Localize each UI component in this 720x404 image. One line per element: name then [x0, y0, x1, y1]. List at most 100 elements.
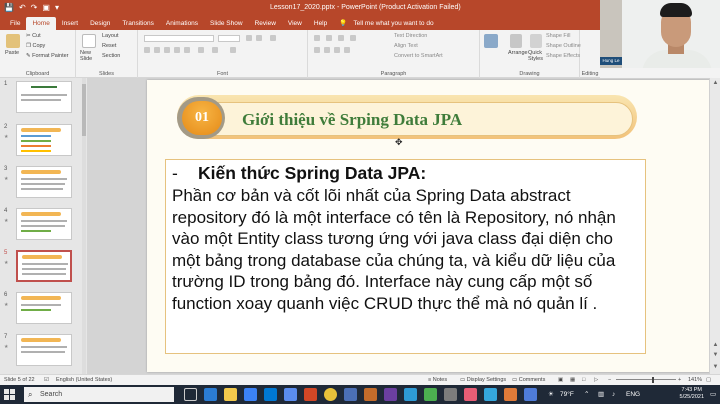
underline-icon[interactable] [164, 47, 170, 53]
scroll-down-icon[interactable]: ▼ [710, 364, 720, 370]
arrange-icon[interactable] [510, 34, 522, 48]
powerpoint-taskbar-icon[interactable] [304, 388, 317, 401]
tray-chevron-icon[interactable]: ⌃ [584, 385, 589, 404]
copy-button[interactable]: ❐ Copy [26, 43, 45, 49]
text-direction-button[interactable]: Text Direction [394, 33, 427, 39]
tab-transitions[interactable]: Transitions [116, 17, 160, 30]
network-icon[interactable]: ▥ [598, 385, 604, 404]
proofing-icon[interactable]: ☑ [44, 375, 49, 385]
tab-review[interactable]: Review [249, 17, 282, 30]
bold-icon[interactable] [144, 47, 150, 53]
clear-format-icon[interactable] [270, 35, 276, 41]
new-slide-button[interactable]: New Slide [80, 50, 100, 62]
font-name-dropdown[interactable] [144, 35, 214, 42]
align-text-button[interactable]: Align Text [394, 43, 418, 49]
thumbnail-scrollbar-thumb[interactable] [82, 84, 86, 136]
skype-icon[interactable] [404, 388, 417, 401]
notification-icon[interactable]: ▭ [710, 385, 716, 404]
mail-icon[interactable] [264, 388, 277, 401]
app-icon[interactable] [524, 388, 537, 401]
weather-temperature[interactable]: 79°F [560, 385, 574, 404]
slide-thumbnail-1[interactable] [16, 81, 72, 113]
section-button[interactable]: Section [102, 53, 120, 59]
tab-help[interactable]: Help [308, 17, 333, 30]
convert-smartart-button[interactable]: Convert to SmartArt [394, 53, 443, 59]
edge-icon[interactable] [204, 388, 217, 401]
tab-design[interactable]: Design [84, 17, 116, 30]
slide-thumbnail-6[interactable] [16, 292, 72, 324]
windows-start-icon[interactable] [4, 389, 15, 400]
eclipse-icon[interactable] [384, 388, 397, 401]
tab-animations[interactable]: Animations [160, 17, 204, 30]
vscode-icon[interactable] [344, 388, 357, 401]
slide-thumbnail-2[interactable] [16, 124, 72, 156]
numbering-icon[interactable] [326, 35, 332, 41]
tab-slide-show[interactable]: Slide Show [204, 17, 249, 30]
current-slide[interactable]: 01 Giới thiệu về Srping Data JPA ✥ - Kiến… [147, 80, 713, 372]
zoom-slider-thumb[interactable] [652, 377, 654, 383]
customize-qat-icon[interactable]: ▾ [55, 0, 59, 16]
app-icon[interactable] [484, 388, 497, 401]
app-icon[interactable] [464, 388, 477, 401]
tell-me-search[interactable]: Tell me what you want to do [347, 17, 433, 30]
tab-insert[interactable]: Insert [56, 17, 84, 30]
thumbnail-scrollbar[interactable] [82, 78, 86, 374]
intellij-icon[interactable] [364, 388, 377, 401]
taskbar-clock[interactable]: 7:43 PM 5/25/2021 [680, 387, 704, 401]
next-slide-icon[interactable]: ▼ [710, 352, 720, 358]
grow-font-icon[interactable] [246, 35, 252, 41]
tab-home[interactable]: Home [26, 17, 56, 30]
tab-view[interactable]: View [282, 17, 308, 30]
change-case-icon[interactable] [212, 47, 218, 53]
display-settings-button[interactable]: ▭ Display Settings [460, 375, 506, 385]
zoom-level[interactable]: 141% [688, 375, 702, 385]
cut-button[interactable]: ✂ Cut [26, 33, 41, 39]
input-language[interactable]: ENG [626, 385, 640, 404]
zoom-out-icon[interactable]: − [608, 375, 611, 385]
font-color-icon[interactable] [230, 47, 236, 53]
content-placeholder[interactable]: - Kiến thức Spring Data JPA: Phần cơ bản … [165, 159, 646, 354]
present-icon[interactable]: ▣ [42, 0, 50, 16]
font-size-dropdown[interactable] [218, 35, 240, 42]
bullets-icon[interactable] [314, 35, 320, 41]
reset-button[interactable]: Reset [102, 43, 116, 49]
increase-indent-icon[interactable] [350, 35, 356, 41]
paste-button[interactable]: Paste [5, 50, 19, 56]
align-right-icon[interactable] [334, 47, 340, 53]
zoom-slider[interactable] [616, 379, 676, 380]
align-left-icon[interactable] [314, 47, 320, 53]
char-spacing-icon[interactable] [198, 47, 204, 53]
quick-styles-icon[interactable] [530, 34, 542, 48]
slide-vertical-scrollbar[interactable]: ▲ ▲ ▼ ▼ [709, 78, 720, 374]
file-explorer-icon[interactable] [224, 388, 237, 401]
format-painter-button[interactable]: ✎ Format Painter [26, 53, 69, 59]
normal-view-icon[interactable]: ▣ [558, 375, 563, 385]
italic-icon[interactable] [154, 47, 160, 53]
taskbar-search[interactable]: ⌕ Search [24, 387, 174, 402]
arrange-button[interactable]: Arrange [508, 50, 528, 56]
slideshow-view-icon[interactable]: ▷ [594, 375, 598, 385]
slide-thumbnail-5-selected[interactable] [16, 250, 72, 282]
shrink-font-icon[interactable] [256, 35, 262, 41]
weather-icon[interactable]: ☀ [548, 385, 554, 404]
chrome-icon[interactable] [324, 388, 337, 401]
language-indicator[interactable]: English (United States) [56, 375, 112, 385]
shapes-icon[interactable] [484, 34, 498, 48]
slide-thumbnail-3[interactable] [16, 166, 72, 198]
fit-to-window-icon[interactable]: ▢ [706, 375, 711, 385]
store-icon[interactable] [244, 388, 257, 401]
redo-icon[interactable]: ↷ [31, 0, 38, 16]
layout-button[interactable]: Layout [102, 33, 119, 39]
shape-outline-button[interactable]: Shape Outline [546, 43, 581, 49]
slide-thumbnail-7[interactable] [16, 334, 72, 366]
shape-effects-button[interactable]: Shape Effects [546, 53, 580, 59]
justify-icon[interactable] [344, 47, 350, 53]
volume-icon[interactable]: ♪ [612, 385, 615, 404]
zoom-in-icon[interactable]: + [678, 375, 681, 385]
quick-styles-button[interactable]: Quick Styles [528, 50, 543, 62]
app-icon[interactable] [424, 388, 437, 401]
shape-fill-button[interactable]: Shape Fill [546, 33, 570, 39]
strikethrough-icon[interactable] [184, 47, 190, 53]
slide-sorter-icon[interactable]: ▦ [570, 375, 575, 385]
decrease-indent-icon[interactable] [338, 35, 344, 41]
